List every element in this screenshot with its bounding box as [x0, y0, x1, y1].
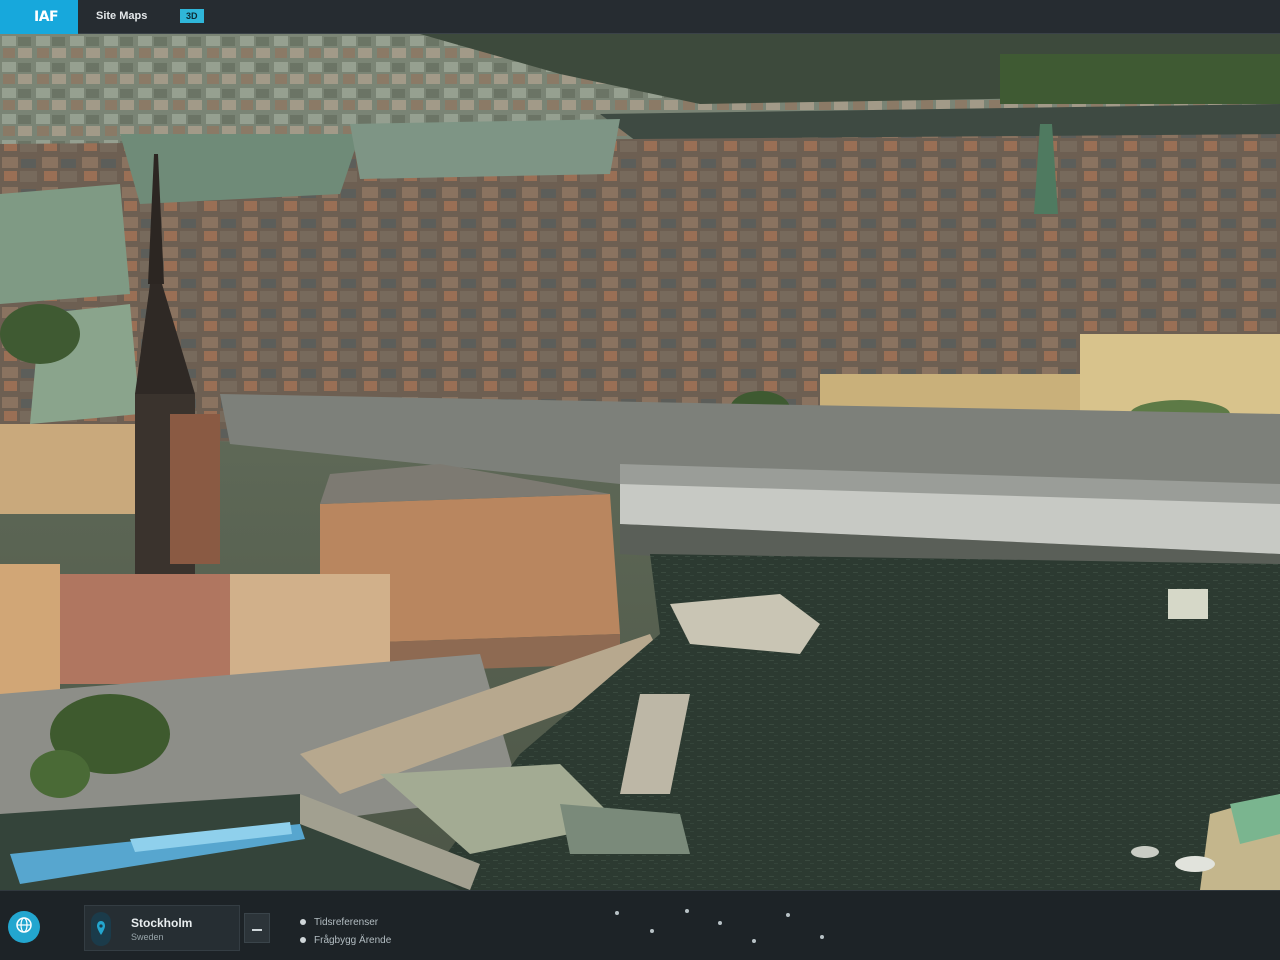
nav-control-dot[interactable] [718, 921, 722, 925]
nav-control-dot[interactable] [752, 939, 756, 943]
top-bar: IAF Site Maps 3D [0, 0, 1280, 36]
bottom-bar: Stockholm Sweden Tidsreferenser Frågbygg… [0, 890, 1280, 960]
layer-toggle-2[interactable]: Frågbygg Ärende [300, 933, 391, 947]
map-viewport[interactable] [0, 34, 1280, 890]
layer-label: Frågbygg Ärende [314, 934, 392, 946]
version-badge: 3D [180, 9, 204, 23]
layer-dot-icon [300, 919, 306, 925]
collapse-button[interactable] [244, 913, 270, 943]
brand-logo[interactable]: IAF [0, 0, 78, 36]
location-country: Sweden [131, 932, 164, 942]
layer-dot-icon [300, 937, 306, 943]
brand-text: IAF [34, 9, 59, 25]
location-card[interactable]: Stockholm Sweden [84, 905, 240, 951]
nav-control-dot[interactable] [786, 913, 790, 917]
nav-control-dot[interactable] [685, 909, 689, 913]
minus-icon [252, 919, 262, 937]
layer-toggle-1[interactable]: Tidsreferenser [300, 915, 378, 929]
nav-control-dot[interactable] [820, 935, 824, 939]
nav-control-dot[interactable] [650, 929, 654, 933]
map-canvas[interactable] [0, 34, 1280, 890]
app-title: Site Maps [96, 10, 148, 22]
home-button[interactable] [8, 911, 40, 943]
location-name: Stockholm [131, 916, 193, 930]
map-pin-icon [91, 912, 111, 946]
layer-label: Tidsreferenser [314, 916, 379, 928]
globe-icon [15, 916, 33, 939]
nav-control-dot[interactable] [615, 911, 619, 915]
